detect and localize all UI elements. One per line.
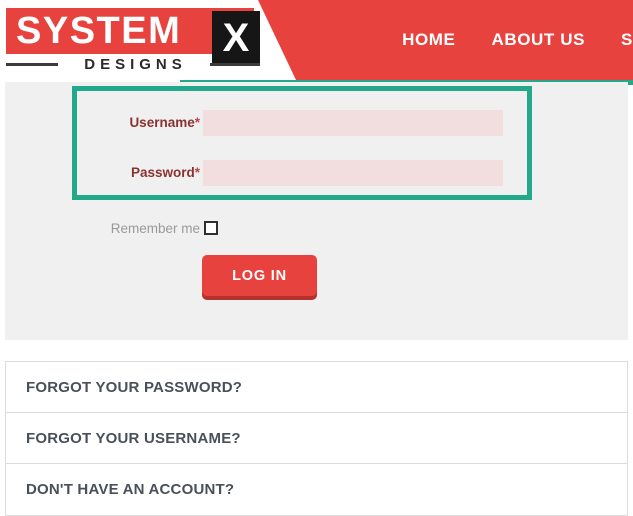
accordion-title-no-account: DON'T HAVE AN ACCOUNT? [26, 481, 235, 498]
logo-text-designs: DESIGNS [84, 56, 187, 73]
login-button[interactable]: LOG IN [202, 255, 317, 296]
logo-rule-left [6, 63, 58, 66]
password-input[interactable] [203, 160, 503, 186]
username-input[interactable] [203, 110, 503, 136]
main-navigation: HOME ABOUT US S [384, 0, 633, 80]
nav-item-home[interactable]: HOME [384, 30, 473, 50]
logo-text-system: SYSTEM [16, 10, 182, 52]
accordion-title-forgot-username: FORGOT YOUR USERNAME? [26, 429, 241, 447]
username-label-text: Username [129, 115, 195, 130]
logo-subtitle-row: DESIGNS [6, 56, 260, 73]
site-logo[interactable]: SYSTEM X DESIGNS [6, 8, 260, 73]
username-row: Username* [5, 110, 628, 136]
logo-rule-right [210, 63, 260, 66]
password-required-mark: * [194, 165, 200, 180]
password-row: Password* [5, 160, 628, 186]
login-form-panel: Username* Password* Remember me LOG IN [5, 82, 628, 340]
accordion-item-forgot-username[interactable]: FORGOT YOUR USERNAME? [6, 413, 627, 464]
remember-me-label: Remember me [110, 221, 200, 236]
password-label: Password* [35, 160, 200, 186]
accordion-item-no-account[interactable]: DON'T HAVE AN ACCOUNT? [6, 464, 627, 515]
username-label: Username* [35, 110, 200, 136]
remember-me-checkbox[interactable] [204, 221, 218, 235]
accordion-title-forgot-password: FORGOT YOUR PASSWORD? [26, 378, 243, 396]
site-header: SYSTEM X DESIGNS HOME ABOUT US S [0, 0, 633, 80]
nav-item-about-us[interactable]: ABOUT US [473, 30, 603, 50]
password-label-text: Password [130, 165, 195, 180]
remember-me-row: Remember me [5, 218, 628, 240]
username-required-mark: * [194, 115, 200, 130]
accordion-item-forgot-password[interactable]: FORGOT YOUR PASSWORD? [6, 362, 627, 413]
nav-item-truncated[interactable]: S [603, 30, 633, 50]
help-accordion: FORGOT YOUR PASSWORD? FORGOT YOUR USERNA… [5, 361, 628, 516]
